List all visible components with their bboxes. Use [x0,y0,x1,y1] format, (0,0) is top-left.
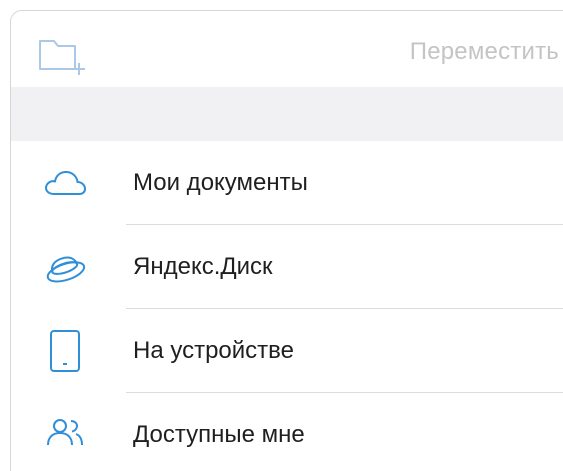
location-item-on-device[interactable]: На устройстве [11,309,563,393]
new-folder-button[interactable] [37,35,93,75]
shared-users-icon [47,419,83,446]
location-label: Мои документы [133,169,308,196]
yandex-disk-icon [46,256,86,283]
location-label: На устройстве [133,337,294,364]
location-label: Доступные мне [133,421,305,448]
move-dialog: Переместить Мои документы Яндекс.Диск На… [10,10,563,471]
move-button[interactable]: Переместить [410,38,559,66]
section-separator [11,87,563,141]
location-list: Мои документы Яндекс.Диск На устройстве [11,141,563,471]
tablet-icon [50,330,80,372]
dialog-header: Переместить [11,11,563,87]
location-item-my-documents[interactable]: Мои документы [11,141,563,225]
folder-plus-icon [39,40,85,75]
location-item-yandex-disk[interactable]: Яндекс.Диск [11,225,563,309]
location-item-shared-with-me[interactable]: Доступные мне [11,393,563,471]
cloud-icon [45,170,86,195]
location-label: Яндекс.Диск [133,253,273,280]
